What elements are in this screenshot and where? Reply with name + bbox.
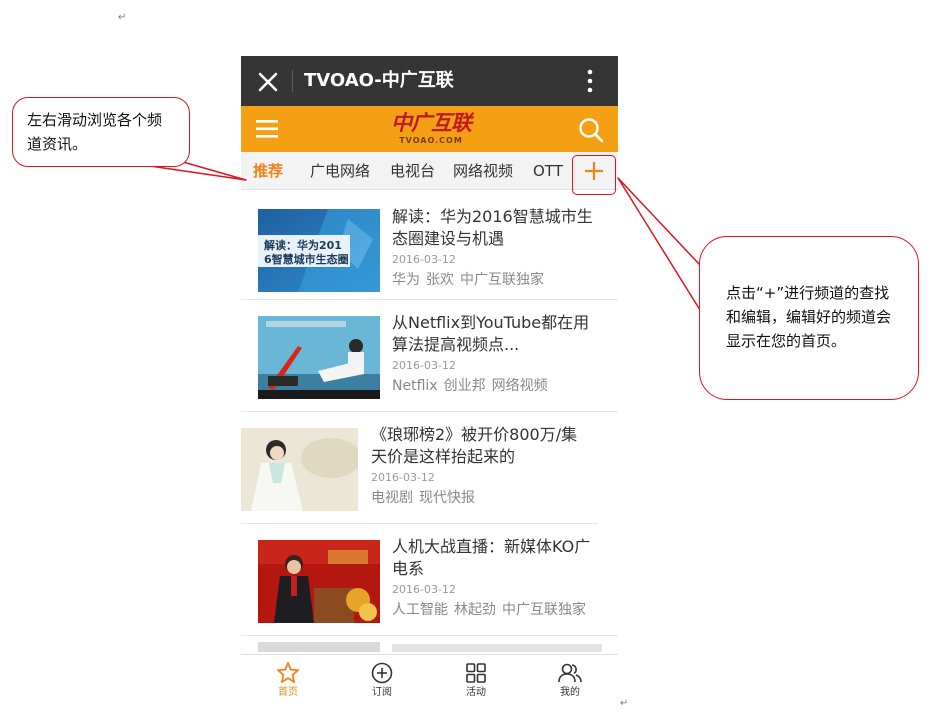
tab-online-video[interactable]: 网络视频 [453, 152, 513, 190]
logo-subtext: TVOAO.COM [399, 136, 463, 145]
page-title: TVOAO-中广互联 [304, 70, 454, 91]
tag[interactable]: 中广互联独家 [502, 602, 586, 618]
article-thumbnail [258, 316, 380, 399]
nav-profile[interactable]: 我的 [540, 661, 600, 700]
article-date: 2016-03-12 [371, 471, 435, 484]
tag[interactable]: 华为 [392, 272, 420, 288]
article-thumbnail: 解读：华为201 6智慧城市生态圈 [258, 209, 380, 292]
app-logo: 中广互联 TVOAO.COM [386, 110, 476, 148]
paragraph-mark: ↵ [118, 12, 127, 23]
tag[interactable]: Netflix [392, 378, 438, 394]
article-thumbnail [258, 642, 380, 652]
grid-icon [466, 663, 486, 683]
article-thumbnail [241, 428, 358, 511]
tag[interactable]: 创业邦 [444, 378, 486, 394]
search-icon[interactable] [577, 116, 605, 144]
nav-label: 首页 [278, 687, 298, 698]
article-title-partial [392, 644, 602, 652]
tag[interactable]: 林起劲 [454, 602, 496, 618]
nav-label: 我的 [560, 687, 580, 698]
nav-activity[interactable]: 活动 [446, 661, 506, 700]
callout-text: 左右滑动浏览各个频道资讯。 [27, 111, 163, 153]
article-title[interactable]: 人机大战直播：新媒体KO广电系 [392, 536, 604, 580]
more-vertical-icon[interactable] [583, 68, 597, 94]
article-list: 解读：华为201 6智慧城市生态圈 解读：华为2016智慧城市生态圈建设与机遇 … [241, 190, 618, 652]
article-thumbnail [258, 540, 380, 623]
article-title[interactable]: 解读：华为2016智慧城市生态圈建设与机遇 [392, 206, 604, 250]
nav-subscribe[interactable]: 订阅 [352, 661, 412, 700]
title-divider [292, 70, 293, 92]
article-item[interactable]: 解读：华为201 6智慧城市生态圈 解读：华为2016智慧城市生态圈建设与机遇 … [241, 190, 618, 300]
thumb-caption-line: 6智慧城市生态圈 [264, 252, 349, 266]
tag[interactable]: 电视剧 [371, 490, 413, 506]
star-icon [277, 662, 299, 683]
title-bar: TVOAO-中广互联 [241, 56, 618, 106]
article-item[interactable]: 《琅琊榜2》被开价800万/集天价是这样抬起来的 2016-03-12 电视剧现… [241, 414, 598, 524]
tab-broadcast-network[interactable]: 广电网络 [310, 152, 370, 190]
callout-plus-hint: 点击“+”进行频道的查找和编辑，编辑好的频道会显示在您的首页。 [699, 236, 919, 400]
article-title[interactable]: 从Netflix到YouTube都在用算法提高视频点... [392, 312, 604, 356]
tag[interactable]: 网络视频 [492, 378, 548, 394]
tag[interactable]: 张欢 [426, 272, 454, 288]
tag[interactable]: 现代快报 [419, 490, 475, 506]
menu-icon[interactable] [255, 118, 281, 140]
tab-recommend[interactable]: 推荐 [253, 152, 283, 190]
article-item[interactable]: 从Netflix到YouTube都在用算法提高视频点... 2016-03-12… [241, 302, 618, 412]
user-group-icon [558, 663, 582, 683]
tag[interactable]: 人工智能 [392, 602, 448, 618]
article-tags: 华为 张欢 中广互联独家 [392, 271, 550, 289]
tag[interactable]: 中广互联独家 [460, 272, 544, 288]
article-date: 2016-03-12 [392, 253, 456, 266]
add-circle-icon [371, 662, 393, 684]
article-item[interactable]: 人机大战直播：新媒体KO广电系 2016-03-12 人工智能 林起劲 中广互联独家 [241, 526, 618, 636]
logo-text: 中广互联 [391, 111, 472, 135]
article-date: 2016-03-12 [392, 359, 456, 372]
close-icon[interactable] [255, 66, 281, 96]
nav-label: 活动 [466, 687, 486, 698]
nav-home[interactable]: 首页 [258, 661, 318, 700]
bottom-nav: 首页 订阅 活动 我的 [241, 654, 618, 712]
thumb-caption-line: 解读：华为201 [264, 238, 342, 252]
channel-tabs: 推荐 广电网络 电视台 网络视频 OTT [241, 152, 618, 190]
nav-label: 订阅 [372, 687, 392, 698]
paragraph-mark: ↵ [620, 698, 629, 709]
tab-ott[interactable]: OTT [533, 152, 563, 190]
article-tags: Netflix 创业邦 网络视频 [392, 377, 554, 395]
callout-text: 点击“+”进行频道的查找和编辑，编辑好的频道会显示在您的首页。 [726, 284, 892, 350]
callout-swipe-hint: 左右滑动浏览各个频道资讯。 [12, 97, 190, 167]
app-header: 中广互联 TVOAO.COM [241, 106, 618, 152]
article-title[interactable]: 《琅琊榜2》被开价800万/集天价是这样抬起来的 [371, 424, 591, 468]
plus-highlight-box [572, 155, 616, 195]
article-date: 2016-03-12 [392, 583, 456, 596]
tab-tv-station[interactable]: 电视台 [390, 152, 435, 190]
article-item-partial[interactable] [241, 638, 618, 652]
article-tags: 电视剧 现代快报 [371, 489, 481, 507]
phone-screenshot: TVOAO-中广互联 中广互联 TVOAO.COM 推荐 广电网络 电视台 网络… [241, 56, 618, 712]
article-tags: 人工智能 林起劲 中广互联独家 [392, 601, 592, 619]
